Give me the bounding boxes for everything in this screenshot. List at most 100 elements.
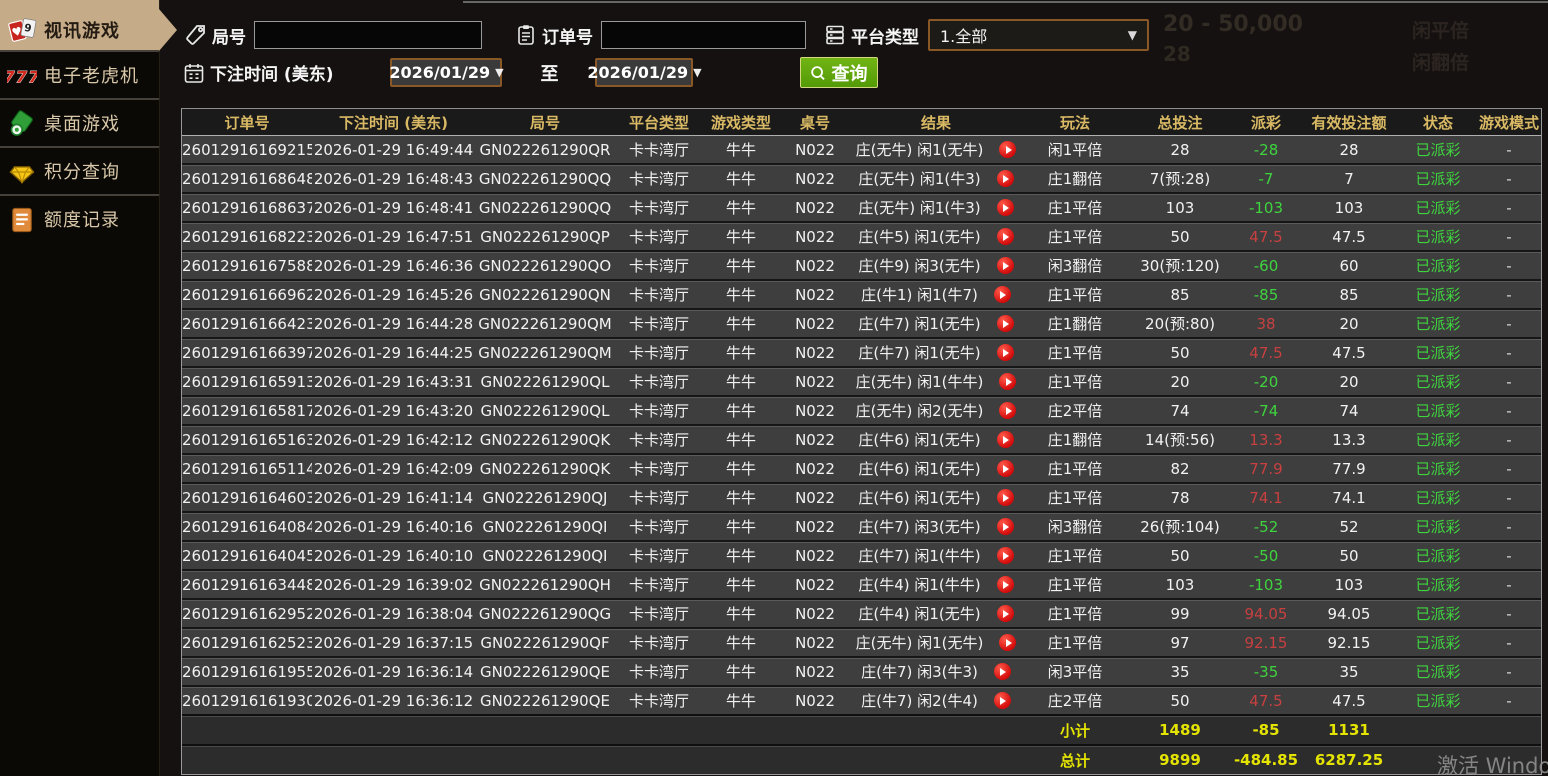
table-row: 260129161675884 2026-01-29 16:46:36 GN0222…	[182, 250, 1541, 279]
play-video-button[interactable]	[996, 344, 1014, 361]
cell-payout: -50	[1253, 546, 1279, 565]
cell-result: 庄(无牛) 闲1(无牛)	[851, 632, 1021, 653]
cell-result: 庄(无牛) 闲1(无牛)	[851, 139, 1021, 160]
cell-valid_bet: 92.15	[1327, 633, 1371, 652]
filter-row-2: 下注时间 (美东) 2026/01/29 ▼ 至 2026/01/29 ▼ 查询	[182, 57, 879, 88]
cell-time: 2026-01-29 16:37:15	[313, 633, 474, 652]
cell-mode: -	[1506, 285, 1512, 304]
play-video-button[interactable]	[996, 228, 1014, 245]
play-video-button[interactable]	[999, 402, 1017, 419]
cell-round: GN022261290QM	[478, 343, 612, 362]
column-header: 派彩	[1250, 113, 1281, 132]
cell-play_type: 闲3翻倍	[1047, 257, 1103, 275]
play-video-button[interactable]	[996, 257, 1014, 274]
cell-mode: -	[1506, 575, 1512, 594]
order-input[interactable]	[601, 21, 806, 49]
table-row: 260129161646035 2026-01-29 16:41:14 GN0222…	[182, 482, 1541, 511]
play-video-button[interactable]	[996, 170, 1014, 187]
cell-payout: 74.1	[1249, 488, 1283, 507]
cell-round: GN022261290QQ	[478, 198, 612, 217]
cell-play_type: 庄1翻倍	[1047, 431, 1103, 449]
cell-valid_bet: 60	[1339, 256, 1359, 275]
play-video-button[interactable]	[996, 489, 1014, 506]
cell-game: 牛牛	[725, 315, 756, 333]
chevron-down-icon: ▼	[1127, 28, 1137, 42]
cell-total_bet: 103	[1165, 198, 1195, 217]
cell-play_type: 闲3翻倍	[1047, 518, 1103, 536]
sidebar-item-4[interactable]: 额度记录	[0, 194, 159, 242]
play-video-button[interactable]	[996, 605, 1014, 622]
cell-table_no: N022	[795, 285, 835, 304]
cell-round: GN022261290QI	[482, 546, 608, 565]
cell-result: 庄(无牛) 闲2(无牛)	[851, 400, 1021, 421]
table-row: 260129161664239 2026-01-29 16:44:28 GN0222…	[182, 308, 1541, 337]
column-header: 总投注	[1157, 113, 1203, 132]
svg-text:777: 777	[7, 67, 37, 86]
play-video-button[interactable]	[996, 199, 1014, 216]
cell-result: 庄(牛7) 闲3(无牛)	[851, 516, 1021, 537]
cell-order: 260129161640454	[182, 546, 312, 565]
cell-result: 庄(无牛) 闲1(牛牛)	[851, 371, 1021, 392]
platform-select[interactable]: 1.全部 ▼	[928, 19, 1149, 51]
sidebar-item-label: 视讯游戏	[44, 20, 120, 42]
sidebar-item-1[interactable]: 777 电子老虎机	[0, 50, 159, 98]
cell-valid_bet: 77.9	[1332, 459, 1366, 478]
play-icon	[1000, 696, 1007, 705]
cell-total_bet: 7(预:28)	[1149, 170, 1211, 188]
total-total-bet: 9899	[1159, 751, 1201, 769]
cell-round: GN022261290QR	[479, 140, 611, 159]
cell-game: 牛牛	[725, 489, 756, 507]
cell-round: GN022261290QK	[479, 430, 611, 449]
cell-time: 2026-01-29 16:38:04	[313, 604, 474, 623]
cell-order: 260129161619306	[182, 691, 312, 710]
sidebar-item-0[interactable]: ♥ 9 视讯游戏	[0, 8, 177, 51]
cell-play_type: 庄1平倍	[1047, 489, 1103, 507]
cell-mode: -	[1506, 517, 1512, 536]
table-row: 260129161692156 2026-01-29 16:49:44 GN0222…	[182, 136, 1541, 163]
cell-round: GN022261290QQ	[478, 169, 612, 188]
play-video-button[interactable]	[996, 576, 1014, 593]
cell-total_bet: 35	[1170, 662, 1190, 681]
date-to-select[interactable]: 2026/01/29 ▼	[587, 58, 702, 87]
play-video-button[interactable]	[996, 460, 1014, 477]
result-text: 庄(无牛) 闲1(牛牛)	[855, 373, 984, 391]
bet-records-table: 订单号 下注时间 (美东) 局号 平台类型 游戏类型 桌号 结果 玩法 总投注 派彩 有效投注额 状态…	[181, 108, 1542, 775]
play-video-button[interactable]	[999, 141, 1017, 158]
sidebar-item-3[interactable]: 积分查询	[0, 146, 159, 194]
cell-platform: 卡卡湾厅	[628, 547, 689, 565]
play-video-button[interactable]	[999, 373, 1017, 390]
calendar-icon	[182, 61, 206, 85]
play-video-button[interactable]	[996, 518, 1014, 535]
table-row: 260129161634480 2026-01-29 16:39:02 GN0222…	[182, 569, 1541, 598]
cell-mode: -	[1506, 256, 1512, 275]
search-button[interactable]: 查询	[800, 57, 879, 88]
cell-play_type: 庄2平倍	[1047, 402, 1103, 420]
result-text: 庄(无牛) 闲1(牛3)	[858, 170, 981, 188]
play-video-button[interactable]	[996, 547, 1014, 564]
round-input[interactable]	[254, 21, 482, 49]
sidebar-item-2[interactable]: 桌面游戏	[0, 98, 159, 146]
play-video-button[interactable]	[996, 315, 1014, 332]
cell-round: GN022261290QP	[480, 227, 610, 246]
cell-platform: 卡卡湾厅	[628, 663, 689, 681]
cell-mode: -	[1506, 459, 1512, 478]
cell-order: 260129161625235	[182, 633, 312, 652]
column-header: 有效投注额	[1311, 113, 1387, 132]
table-row: 260129161619551 2026-01-29 16:36:14 GN0222…	[182, 656, 1541, 685]
cell-platform: 卡卡湾厅	[628, 692, 689, 710]
cell-table_no: N022	[795, 691, 835, 710]
play-video-button[interactable]	[996, 431, 1014, 448]
cell-total_bet: 20(预:80)	[1145, 315, 1215, 333]
result-text: 庄(牛1) 闲1(牛7)	[861, 286, 978, 304]
date-from-select[interactable]: 2026/01/29 ▼	[389, 58, 504, 87]
cell-status: 已派彩	[1415, 402, 1461, 420]
cell-game: 牛牛	[725, 634, 756, 652]
play-video-button[interactable]	[993, 663, 1011, 680]
play-video-button[interactable]	[999, 634, 1017, 651]
result-text: 庄(牛5) 闲1(无牛)	[858, 228, 981, 246]
cell-total_bet: 50	[1170, 227, 1190, 246]
cell-table_no: N022	[795, 488, 835, 507]
play-video-button[interactable]	[993, 286, 1011, 303]
cell-table_no: N022	[795, 198, 835, 217]
play-video-button[interactable]	[993, 692, 1011, 709]
